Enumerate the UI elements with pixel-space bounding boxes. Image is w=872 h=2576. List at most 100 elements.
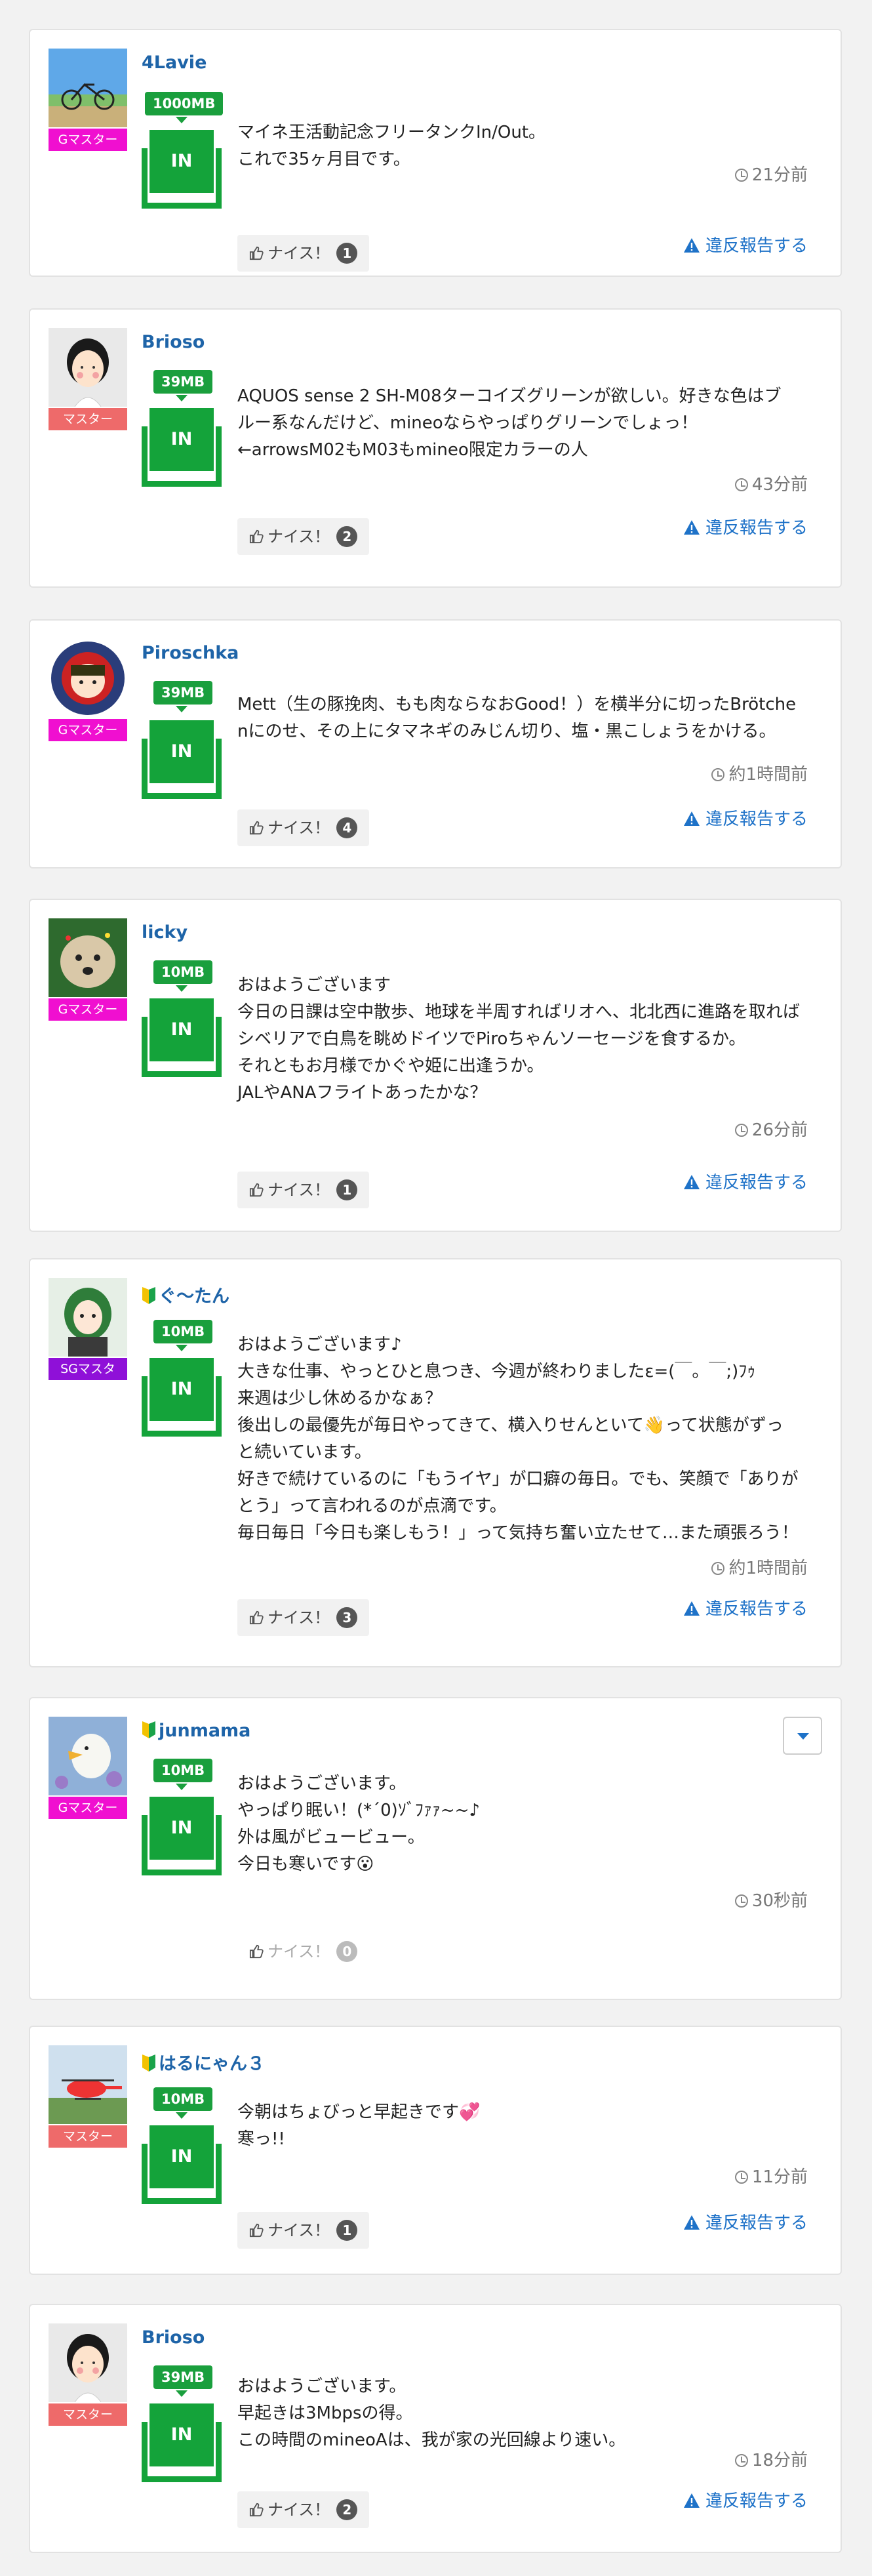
post-text-line: おはようございます♪ xyxy=(237,1335,402,1355)
badge-arrow xyxy=(176,706,188,712)
nice-button[interactable]: ナイス！ 3 xyxy=(237,1599,370,1636)
user-avatar[interactable] xyxy=(49,1278,127,1357)
time-text: 21分前 xyxy=(751,165,808,185)
beginner-mark-icon xyxy=(142,2055,155,2072)
beginner-mark-icon xyxy=(142,1721,155,1738)
tank-in-icon: IN xyxy=(142,408,222,487)
user-avatar[interactable] xyxy=(49,639,127,718)
nice-button[interactable]: ナイス！ 1 xyxy=(237,235,370,272)
mb-amount-badge: 39MB xyxy=(153,370,213,394)
username-text[interactable]: はるにゃん３ xyxy=(159,2054,265,2074)
nice-count: 3 xyxy=(336,1607,358,1628)
tank-in-icon: IN xyxy=(142,998,222,1077)
time-text: 18分前 xyxy=(751,2451,808,2470)
report-label[interactable]: 違反報告する xyxy=(705,518,808,538)
rank-badge: マスター xyxy=(49,2403,127,2426)
user-avatar[interactable] xyxy=(49,918,127,997)
mb-amount-badge: 10MB xyxy=(153,2087,213,2111)
report-link[interactable]: 違反報告する xyxy=(683,2487,808,2512)
report-link[interactable]: 違反報告する xyxy=(683,1169,808,1193)
post-text-line: おはようございます。 xyxy=(237,2377,406,2396)
post-body: おはようございます 今日の日課は空中散歩、地球を半周すればリオへ、北北西に進路を取… xyxy=(237,972,814,1107)
post-text-line: とう」って言われるのが点滴です。 xyxy=(237,1496,507,1516)
report-label[interactable]: 違反報告する xyxy=(705,236,808,256)
post-text-line: シベリアで白鳥を眺めドイツでPiroちゃんソーセージを食するか。 xyxy=(237,1029,746,1049)
nice-count: 4 xyxy=(336,817,358,838)
thumbs-up-icon xyxy=(249,1610,264,1625)
nice-label: ナイス！ xyxy=(268,2221,330,2239)
warning-icon xyxy=(683,520,700,535)
report-link[interactable]: 違反報告する xyxy=(683,806,808,830)
thumbs-up-icon xyxy=(249,821,264,835)
username-link[interactable]: licky xyxy=(142,922,188,943)
user-avatar[interactable] xyxy=(49,2323,127,2402)
time-text: 26分前 xyxy=(751,1120,808,1140)
username-link[interactable]: 4Lavie xyxy=(142,52,207,73)
clock-icon xyxy=(734,169,748,182)
username-text[interactable]: Piroschka xyxy=(142,643,239,663)
post-text-line: Mett（生の豚挽肉、もも肉ならなおGood！）を横半分に切ったBrötche xyxy=(237,695,797,714)
username-link[interactable]: Piroschka xyxy=(142,643,239,663)
report-link[interactable]: 違反報告する xyxy=(683,2209,808,2234)
username-text[interactable]: licky xyxy=(142,922,188,943)
report-label[interactable]: 違反報告する xyxy=(705,2213,808,2233)
nice-count: 2 xyxy=(336,2499,358,2520)
nice-label: ナイス！ xyxy=(268,2501,330,2519)
nice-button[interactable]: ナイス！ 4 xyxy=(237,809,370,846)
report-link[interactable]: 違反報告する xyxy=(683,232,808,256)
user-avatar[interactable] xyxy=(49,328,127,407)
badge-arrow xyxy=(176,1345,188,1351)
username-link[interactable]: はるにゃん３ xyxy=(142,2049,265,2075)
nice-button[interactable]: ナイス！ 2 xyxy=(237,2491,370,2528)
post-text-line: 今朝はちょびっと早起きです💞 xyxy=(237,2102,481,2122)
rank-badge: Gマスター xyxy=(49,998,127,1021)
warning-icon xyxy=(683,811,700,826)
rank-badge: Gマスター xyxy=(49,1797,127,1819)
report-label[interactable]: 違反報告する xyxy=(705,1599,808,1619)
post-text-line: おはようございます xyxy=(237,975,391,995)
post-text-line: 今日も寒いです😮 xyxy=(237,1854,374,1874)
post-text-line: 好きで続けているのに「もうイヤ」が口癖の毎日。でも、笑顔で「ありが xyxy=(237,1469,799,1489)
post-text-line: nにのせ、その上にタマネギのみじん切り、塩・黒こしょうをかける。 xyxy=(237,722,776,741)
post-text-line: 後出しの最優先が毎日やってきて、横入りせんといて👋って状態がずっ xyxy=(237,1416,783,1435)
nice-button[interactable]: ナイス！ 1 xyxy=(237,1172,370,1208)
tank-in-icon: IN xyxy=(142,1797,222,1875)
nice-button[interactable]: ナイス！ 0 xyxy=(237,1933,369,1970)
mb-amount-badge: 39MB xyxy=(153,681,213,705)
username-text[interactable]: junmama xyxy=(159,1721,250,1741)
mb-amount-badge: 10MB xyxy=(153,1320,213,1343)
post-text-line: 大きな仕事、やっとひと息つき、今週が終わりましたε=(￣。￣;)ﾌｩ xyxy=(237,1362,756,1381)
clock-icon xyxy=(711,1562,725,1575)
tank-in-icon: IN xyxy=(142,1358,222,1437)
post-text-line: JALやANAフライトあったかな？ xyxy=(237,1083,487,1103)
clock-icon xyxy=(734,2171,748,2184)
post-body: おはようございます♪ 大きな仕事、やっとひと息つき、今週が終わりましたε=(￣。￣… xyxy=(237,1332,814,1547)
username-link[interactable]: Brioso xyxy=(142,332,205,352)
report-label[interactable]: 違反報告する xyxy=(705,809,808,829)
report-link[interactable]: 違反報告する xyxy=(683,514,808,539)
username-text[interactable]: 4Lavie xyxy=(142,52,207,73)
username-text[interactable]: Brioso xyxy=(142,2327,205,2348)
post-text-line: 毎日毎日「今日も楽しもう！」って気持ち奮い立たせて…また頑張ろう！ xyxy=(237,1523,799,1543)
user-avatar[interactable] xyxy=(49,49,127,127)
report-label[interactable]: 違反報告する xyxy=(705,2491,808,2511)
username-link[interactable]: Brioso xyxy=(142,2327,205,2348)
report-link[interactable]: 違反報告する xyxy=(683,1595,808,1620)
post-card: マスター はるにゃん３ 10MB IN 今朝はちょびっと早起きです💞 寒っ!! 11分前 ナイ… xyxy=(29,2026,842,2275)
user-avatar[interactable] xyxy=(49,2045,127,2124)
tank-in-icon: IN xyxy=(142,2125,222,2204)
badge-arrow xyxy=(176,117,188,123)
username-text[interactable]: Brioso xyxy=(142,332,205,352)
username-link[interactable]: ぐ〜たん xyxy=(142,1282,229,1307)
username-text[interactable]: ぐ〜たん xyxy=(159,1286,229,1307)
time-text: 約1時間前 xyxy=(728,1559,808,1578)
nice-button[interactable]: ナイス！ 1 xyxy=(237,2212,370,2249)
user-avatar[interactable] xyxy=(49,1717,127,1795)
time-text: 43分前 xyxy=(751,475,808,495)
nice-button[interactable]: ナイス！ 2 xyxy=(237,518,370,555)
post-menu-dropdown[interactable] xyxy=(783,1717,822,1755)
post-text-line: これで35ヶ月目です。 xyxy=(237,150,410,169)
username-link[interactable]: junmama xyxy=(142,1721,250,1741)
report-label[interactable]: 違反報告する xyxy=(705,1173,808,1193)
nice-count: 0 xyxy=(336,1941,358,1962)
